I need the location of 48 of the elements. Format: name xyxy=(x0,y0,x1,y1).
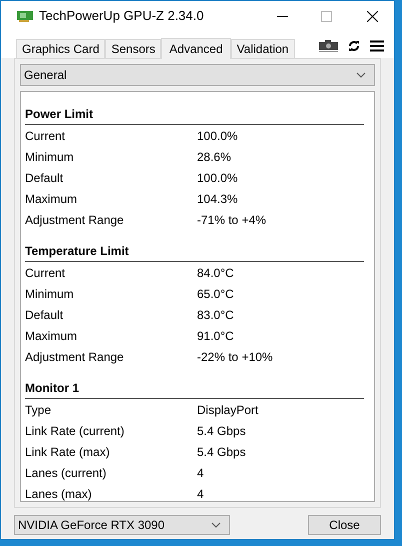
property-label: Adjustment Range xyxy=(25,348,125,366)
property-label: Maximum xyxy=(25,328,78,344)
property-value: -22% to +10% xyxy=(197,348,273,366)
tab[interactable]: Advanced xyxy=(161,38,231,59)
window-title: TechPowerUp GPU-Z 2.34.0 xyxy=(39,7,204,26)
property-value: 91.0°C xyxy=(197,328,234,344)
tab[interactable]: Sensors xyxy=(105,39,162,58)
property-value: 100.0% xyxy=(197,170,238,186)
refresh-icon[interactable] xyxy=(348,40,360,52)
property-value: 4 xyxy=(197,486,204,501)
property-value: 83.0°C xyxy=(197,306,234,324)
graphics-card-icon xyxy=(17,10,33,22)
property-value: 104.3% xyxy=(197,190,238,208)
property-value: 65.0°C xyxy=(197,286,234,302)
property-value: DisplayPort xyxy=(197,402,258,418)
property-label: Default xyxy=(25,170,64,186)
property-value: 4 xyxy=(197,464,204,482)
property-value: 84.0°C xyxy=(197,264,234,282)
chevron-down-icon xyxy=(211,522,221,528)
gpu-select[interactable]: NVIDIA GeForce RTX 3090 xyxy=(14,515,230,535)
property-label: Current xyxy=(25,128,66,144)
section-header: Power Limit xyxy=(25,104,364,125)
property-value: -71% to +4% xyxy=(197,212,266,228)
tab[interactable]: Validation xyxy=(230,39,295,58)
property-label: Link Rate (current) xyxy=(25,422,126,440)
close-icon[interactable] xyxy=(367,10,378,22)
property-value: 28.6% xyxy=(197,148,232,166)
property-value: 5.4 Gbps xyxy=(197,422,246,440)
menu-icon[interactable] xyxy=(370,40,384,52)
property-label: Minimum xyxy=(25,148,75,166)
property-value: 100.0% xyxy=(197,128,238,144)
property-value: 5.4 Gbps xyxy=(197,444,246,460)
property-label: Lanes (max) xyxy=(25,486,93,501)
property-label: Minimum xyxy=(25,286,75,302)
chevron-down-icon xyxy=(356,72,366,78)
property-label: Lanes (current) xyxy=(25,464,108,482)
section-header: Temperature Limit xyxy=(25,241,364,262)
property-label: Current xyxy=(25,264,66,282)
property-label: Type xyxy=(25,402,52,418)
section-header: Monitor 1 xyxy=(25,378,364,399)
close-button[interactable]: Close xyxy=(308,515,381,535)
property-label: Link Rate (max) xyxy=(25,444,111,460)
property-label: Maximum xyxy=(25,190,78,208)
property-label: Default xyxy=(25,306,64,324)
category-select[interactable]: General xyxy=(20,64,375,86)
camera-icon[interactable] xyxy=(319,39,338,52)
tab[interactable]: Graphics Card xyxy=(16,39,106,58)
property-label: Adjustment Range xyxy=(25,212,125,228)
